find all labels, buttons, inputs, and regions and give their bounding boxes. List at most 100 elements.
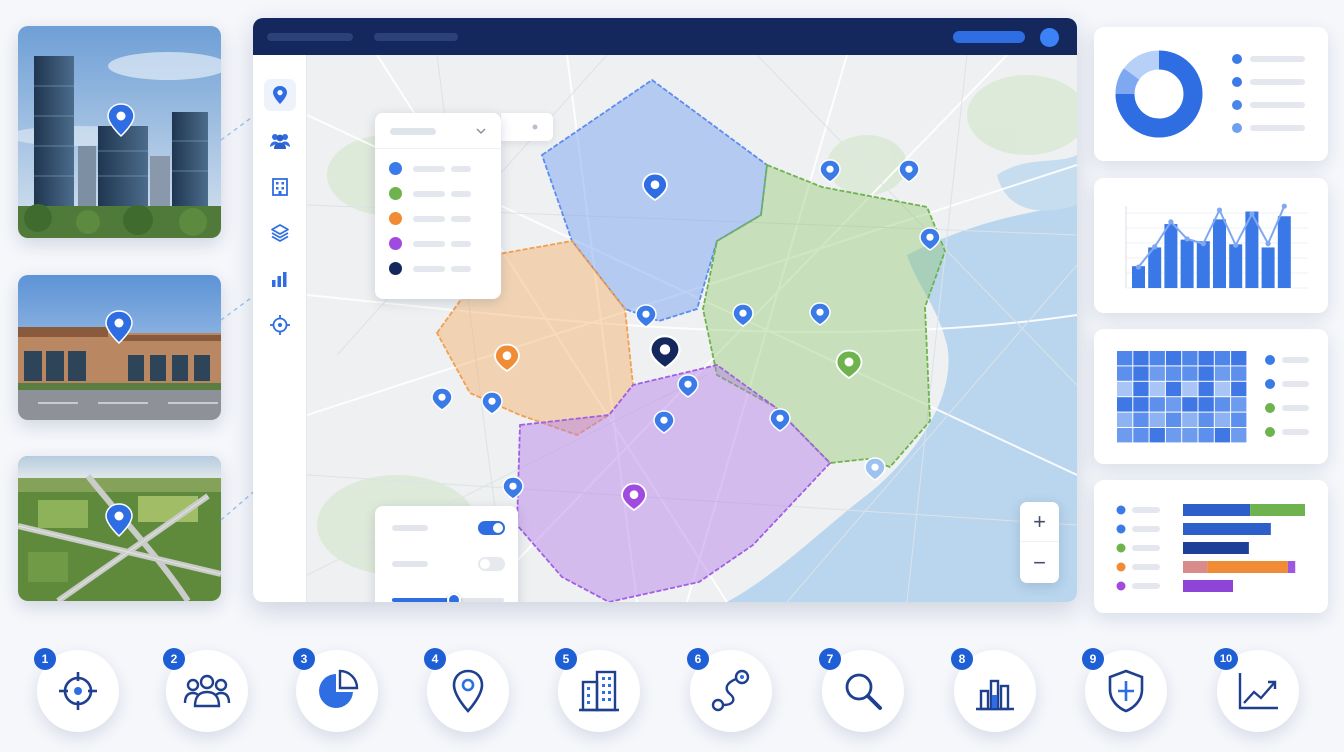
layer-select-value: [390, 128, 436, 135]
layer-select[interactable]: [375, 113, 501, 149]
heatmap-cell: [1214, 381, 1231, 397]
feature-shield-button[interactable]: 9: [1082, 648, 1167, 732]
donut-legend-label: [1250, 56, 1305, 62]
pin-southwest-1[interactable]: [502, 476, 524, 500]
photo-card-office-towers[interactable]: [18, 26, 221, 238]
heatmap-cell: [1133, 412, 1149, 427]
heatmap-chart: [1117, 351, 1309, 443]
rail-target-button[interactable]: [264, 309, 296, 341]
rail-analytics-button[interactable]: [264, 263, 296, 295]
pin-north-1[interactable]: [819, 159, 841, 183]
hbar-segment: [1250, 504, 1305, 516]
heatmap-cell: [1133, 351, 1149, 366]
trend-point: [1265, 241, 1271, 247]
feature-pie-chart-button[interactable]: 3: [293, 648, 378, 732]
photo-card-highway-interchange[interactable]: [18, 456, 221, 601]
rail-users-button[interactable]: [264, 125, 296, 157]
legend-value: [451, 165, 471, 172]
crosshair-icon: [270, 315, 290, 335]
legend-item[interactable]: [389, 212, 471, 225]
bar-line-chart-widget[interactable]: [1094, 178, 1328, 313]
feature-number-badge: 3: [293, 648, 315, 670]
avatar[interactable]: [1040, 28, 1059, 47]
legend-item[interactable]: [389, 162, 471, 175]
zoom-out-button[interactable]: −: [1020, 543, 1059, 583]
legend-value: [451, 190, 471, 197]
legend-item[interactable]: [389, 187, 471, 200]
pin-east-1[interactable]: [919, 227, 941, 251]
pin-west-2[interactable]: [481, 391, 503, 415]
pin-orange-zone-center[interactable]: [494, 343, 520, 372]
feature-crosshair-button[interactable]: 1: [34, 648, 119, 732]
zoom-in-button[interactable]: +: [1020, 502, 1059, 542]
search-extension[interactable]: [501, 113, 553, 141]
header-action-button[interactable]: [953, 31, 1025, 43]
pin-water-faded[interactable]: [864, 457, 886, 481]
feature-search-button[interactable]: 7: [819, 648, 904, 732]
pin-center-south[interactable]: [653, 410, 675, 434]
photo-card-retail-plaza[interactable]: [18, 275, 221, 420]
heatmap-cell: [1182, 412, 1198, 427]
pin-green-2[interactable]: [809, 302, 831, 326]
search-icon: [840, 668, 886, 714]
legend-panel: [375, 113, 501, 299]
radius-slider-handle[interactable]: [446, 593, 461, 602]
heatmap-cell: [1165, 381, 1182, 397]
donut-chart: [1115, 50, 1305, 138]
radius-slider-fill: [392, 598, 454, 602]
rail-building-button[interactable]: [264, 171, 296, 203]
legend-label: [413, 240, 445, 247]
pin-southeast[interactable]: [769, 408, 791, 432]
horizontal-bars-widget[interactable]: [1094, 480, 1328, 613]
layer-toggle-2[interactable]: [478, 557, 505, 571]
pin-green-1[interactable]: [732, 303, 754, 327]
bar: [1180, 239, 1194, 288]
rail-layers-button[interactable]: [264, 217, 296, 249]
bar: [1164, 224, 1178, 288]
feature-route-button[interactable]: 6: [687, 648, 772, 732]
heatmap-cell: [1182, 428, 1198, 443]
feature-trend-line-button[interactable]: 10: [1214, 648, 1299, 732]
pin-blue-zone-center[interactable]: [642, 172, 668, 201]
bar: [1196, 241, 1210, 288]
feature-users-group-button[interactable]: 2: [163, 648, 248, 732]
donut-chart-widget[interactable]: [1094, 27, 1328, 161]
layers-icon: [271, 224, 289, 242]
layer-toggle-1[interactable]: [478, 521, 505, 535]
map-canvas[interactable]: [306, 54, 1077, 602]
bar-line-chart: [1125, 203, 1308, 289]
heatmap-cell: [1117, 397, 1133, 412]
chevron-down-icon: [476, 128, 486, 135]
bar: [1229, 244, 1243, 288]
pin-center-north[interactable]: [635, 304, 657, 328]
crosshair-icon: [55, 668, 101, 714]
pin-north-2[interactable]: [898, 159, 920, 183]
pie-chart-icon: [315, 669, 359, 713]
heatmap-cell: [1117, 412, 1133, 427]
legend-label: [413, 215, 445, 222]
heatmap-cell: [1214, 428, 1231, 443]
legend-value: [451, 240, 471, 247]
legend-label: [413, 165, 445, 172]
pin-green-zone-center[interactable]: [835, 349, 863, 379]
pin-west-1[interactable]: [431, 387, 453, 411]
feature-map-pin-button[interactable]: 4: [424, 648, 509, 732]
pin-center-east[interactable]: [677, 374, 699, 398]
feature-building-button[interactable]: 5: [555, 648, 640, 732]
rail-location-button[interactable]: [264, 79, 296, 111]
building-icon: [272, 178, 288, 196]
legend-value: [451, 265, 471, 272]
feature-number-badge: 8: [951, 648, 973, 670]
heatmap-cell: [1165, 366, 1182, 381]
pin-purple-zone-center[interactable]: [621, 482, 647, 511]
legend-item[interactable]: [389, 237, 471, 250]
radius-slider-track[interactable]: [392, 593, 504, 602]
shield-icon: [1106, 668, 1146, 714]
heatmap-legend-label: [1282, 429, 1309, 435]
feature-bar-chart-button[interactable]: 8: [951, 648, 1036, 732]
search-extension-marker: [532, 124, 538, 130]
donut-legend-dot: [1232, 77, 1242, 87]
heatmap-widget[interactable]: [1094, 329, 1328, 464]
pin-central-hub[interactable]: [649, 335, 681, 370]
legend-item[interactable]: [389, 262, 471, 275]
